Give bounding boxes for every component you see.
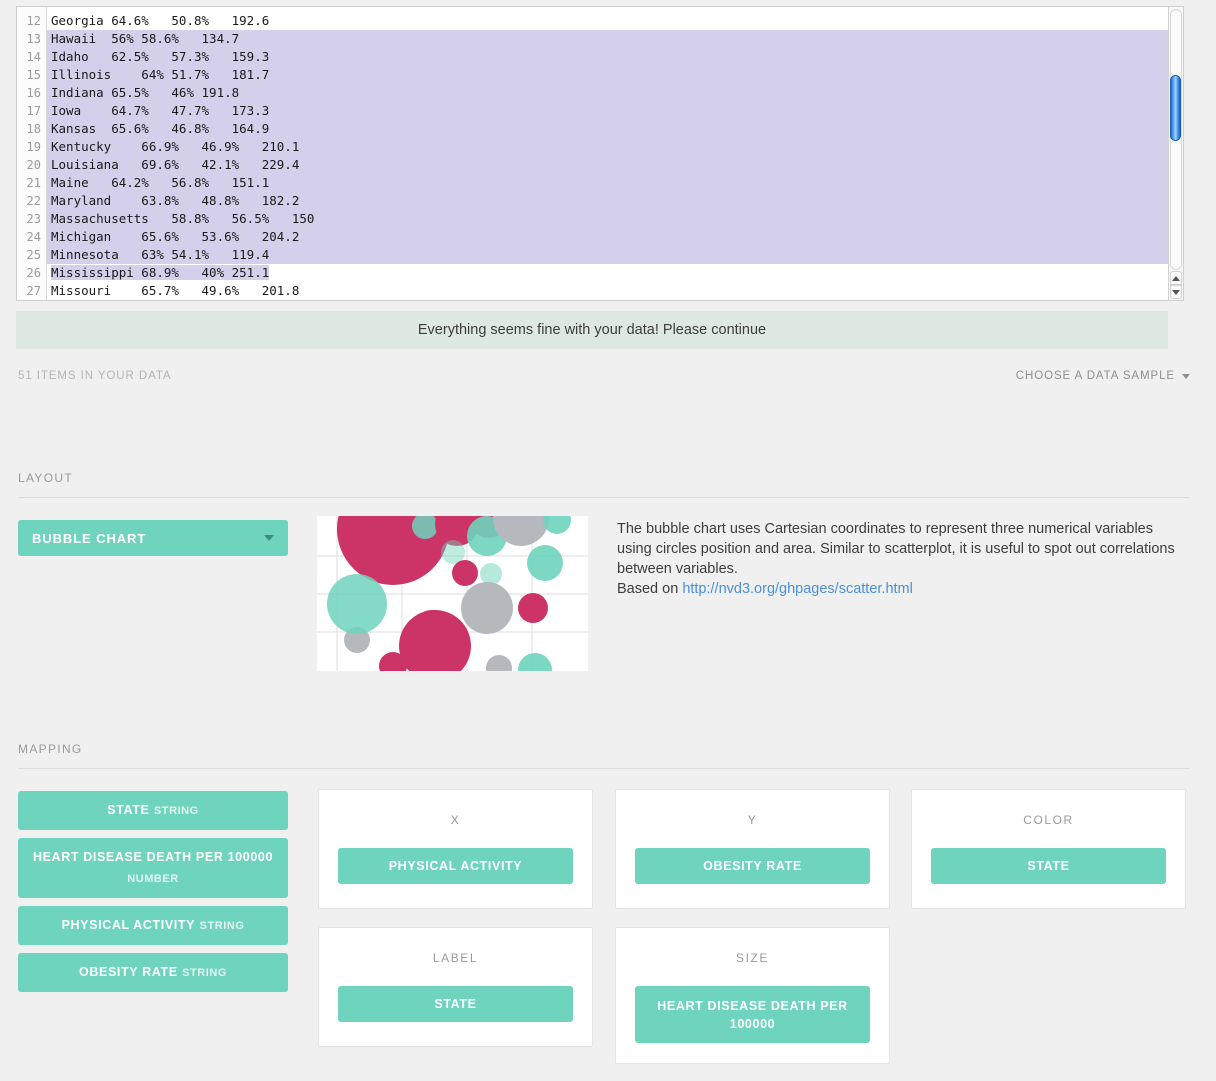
- preview-bubble: [480, 563, 502, 585]
- line-number: 15: [26, 68, 41, 82]
- editor-line[interactable]: Maryland 63.8% 48.8% 182.2: [47, 192, 1168, 210]
- editor-line[interactable]: Maine 64.2% 56.8% 151.1: [47, 174, 1168, 192]
- choose-data-sample-dropdown[interactable]: Choose a data sample: [1016, 370, 1190, 382]
- slot-label: Color: [1023, 813, 1074, 827]
- preview-bubble: [518, 593, 548, 623]
- line-number: 24: [26, 230, 41, 244]
- line-number: 22: [26, 194, 41, 208]
- slot-label: Size: [736, 951, 769, 965]
- available-fields-list: State String Heart disease death per 1000…: [18, 791, 288, 1000]
- field-pill[interactable]: Obesity rate String: [18, 953, 288, 992]
- mapping-slot-label[interactable]: Label State: [318, 927, 593, 1047]
- chart-type-value: Bubble chart: [32, 530, 147, 546]
- line-number: 13: [26, 32, 41, 46]
- layout-section-divider: [18, 497, 1190, 498]
- preview-bubble: [441, 540, 465, 564]
- chevron-down-icon: [264, 535, 274, 541]
- editor-text-content[interactable]: Georgia 64.6% 50.8% 192.6 Hawaii 56% 58.6…: [47, 7, 1168, 300]
- data-editor[interactable]: 12 13 14 15 16 17 18 19 20 21 22 23 24 25 26 27 Georgia…: [16, 6, 1184, 301]
- slot-label: Label: [432, 951, 479, 965]
- validation-message: Everything seems fine with your data! Pl…: [417, 322, 767, 338]
- preview-bubble: [327, 574, 387, 634]
- data-validation-banner: Everything seems fine with your data! Pl…: [16, 311, 1168, 349]
- line-number: 12: [26, 14, 41, 28]
- slot-assigned-field[interactable]: Heart disease death per 100000: [635, 986, 870, 1043]
- data-meta-row: 51 items in your data Choose a data samp…: [18, 370, 1190, 382]
- editor-line[interactable]: Louisiana 69.6% 42.1% 229.4: [47, 156, 1168, 174]
- scroll-up-button[interactable]: [1170, 271, 1182, 285]
- editor-line[interactable]: Illinois 64% 51.7% 181.7: [47, 66, 1168, 84]
- editor-line[interactable]: Indiana 65.5% 46% 191.8: [47, 84, 1168, 102]
- editor-line[interactable]: Minnesota 63% 54.1% 119.4: [47, 246, 1168, 264]
- line-number: 16: [26, 86, 41, 100]
- editor-line[interactable]: Iowa 64.7% 47.7% 173.3: [47, 102, 1168, 120]
- slot-assigned-field[interactable]: Physical activity: [338, 848, 573, 884]
- slot-label: Y: [747, 813, 758, 827]
- scroll-down-button[interactable]: [1170, 285, 1182, 299]
- layout-section-heading: Layout: [18, 471, 74, 485]
- slot-assigned-field[interactable]: State: [931, 848, 1166, 884]
- line-number: 25: [26, 248, 41, 262]
- editor-line[interactable]: Idaho 62.5% 57.3% 159.3: [47, 48, 1168, 66]
- chart-type-description: The bubble chart uses Cartesian coordina…: [617, 519, 1187, 599]
- line-number: 20: [26, 158, 41, 172]
- bubble-chart-preview-svg: [317, 516, 588, 671]
- editor-line[interactable]: Missouri 65.7% 49.6% 201.8: [47, 282, 1168, 300]
- editor-scroll-area[interactable]: 12 13 14 15 16 17 18 19 20 21 22 23 24 25 26 27 Georgia…: [17, 7, 1168, 300]
- slot-assigned-field[interactable]: Obesity rate: [635, 848, 870, 884]
- editor-line[interactable]: Michigan 65.6% 53.6% 204.2: [47, 228, 1168, 246]
- based-on-label: Based on: [617, 581, 679, 597]
- field-type: Number: [127, 873, 179, 885]
- line-number: 14: [26, 50, 41, 64]
- field-type: String: [199, 920, 245, 932]
- item-count-label: 51 items in your data: [18, 370, 172, 382]
- mapping-slot-color[interactable]: Color State: [911, 789, 1186, 909]
- line-number: 26: [26, 266, 41, 280]
- mapping-slot-y[interactable]: Y Obesity rate: [615, 789, 890, 909]
- chevron-down-icon: [1182, 373, 1190, 379]
- chart-type-select[interactable]: Bubble chart: [18, 520, 288, 556]
- editor-vertical-scrollbar[interactable]: [1168, 7, 1183, 300]
- scrollbar-thumb[interactable]: [1170, 75, 1181, 141]
- line-number: 19: [26, 140, 41, 154]
- line-number: 21: [26, 176, 41, 190]
- field-pill[interactable]: Physical activity String: [18, 906, 288, 945]
- chart-type-thumbnail: [317, 516, 588, 671]
- line-number: 18: [26, 122, 41, 136]
- editor-line-number-gutter: 12 13 14 15 16 17 18 19 20 21 22 23 24 25 26 27: [17, 7, 47, 300]
- selected-text: Mississippi 68.9% 40% 251.1: [51, 265, 270, 280]
- preview-bubble: [452, 560, 478, 586]
- preview-bubble: [527, 545, 563, 581]
- field-type: String: [153, 805, 199, 817]
- mapping-slot-size[interactable]: Size Heart disease death per 100000: [615, 927, 890, 1064]
- field-pill[interactable]: State String: [18, 791, 288, 830]
- line-number: 27: [26, 284, 41, 298]
- editor-line[interactable]: Kansas 65.6% 46.8% 164.9: [47, 120, 1168, 138]
- editor-line[interactable]: Georgia 64.6% 50.8% 192.6: [47, 12, 1168, 30]
- editor-line[interactable]: Kentucky 66.9% 46.9% 210.1: [47, 138, 1168, 156]
- based-on-link[interactable]: http://nvd3.org/ghpages/scatter.html: [682, 581, 913, 597]
- slot-label: X: [450, 813, 461, 827]
- field-name: State: [107, 803, 150, 817]
- mapping-slot-x[interactable]: X Physical activity: [318, 789, 593, 909]
- field-name: Heart disease death per 100000: [32, 850, 274, 864]
- preview-bubble: [461, 582, 513, 634]
- mapping-section-heading: Mapping: [18, 742, 83, 756]
- mapping-section-divider: [18, 768, 1190, 769]
- line-number: 17: [26, 104, 41, 118]
- field-type: String: [182, 967, 228, 979]
- field-pill[interactable]: Heart disease death per 100000 Number: [18, 838, 288, 898]
- slot-assigned-field[interactable]: State: [338, 986, 573, 1022]
- editor-line[interactable]: Hawaii 56% 58.6% 134.7: [47, 30, 1168, 48]
- editor-line[interactable]: Mississippi 68.9% 40% 251.1: [47, 264, 1168, 282]
- choose-data-sample-label: Choose a data sample: [1015, 370, 1175, 382]
- description-text: The bubble chart uses Cartesian coordina…: [617, 521, 1175, 577]
- field-name: Obesity rate: [78, 965, 178, 979]
- field-name: Physical activity: [61, 918, 196, 932]
- triangle-down-icon: [1172, 289, 1180, 295]
- editor-line[interactable]: Massachusetts 58.8% 56.5% 150: [47, 210, 1168, 228]
- line-number: 23: [26, 212, 41, 226]
- triangle-up-icon: [1172, 275, 1180, 281]
